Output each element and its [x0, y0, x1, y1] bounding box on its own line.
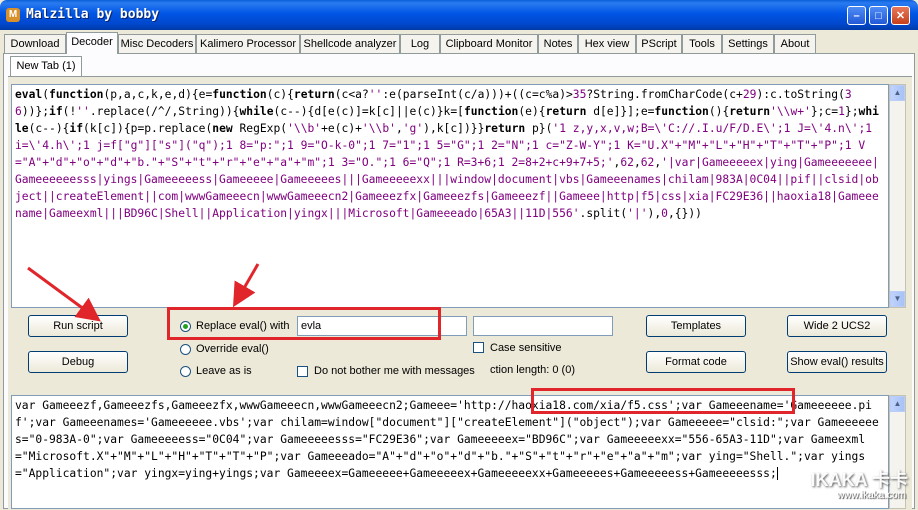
watermark-logo: IKAKA 卡卡: [810, 470, 908, 490]
watermark: IKAKA 卡卡 www.ikaka.com: [794, 466, 910, 504]
arrow-to-replace-eval: [232, 263, 260, 308]
arrow-to-run-script: [27, 266, 101, 322]
annotation-arrows: [27, 263, 260, 322]
tab-decoder[interactable]: Decoder: [66, 32, 118, 54]
watermark-url: www.ikaka.com: [837, 490, 906, 501]
